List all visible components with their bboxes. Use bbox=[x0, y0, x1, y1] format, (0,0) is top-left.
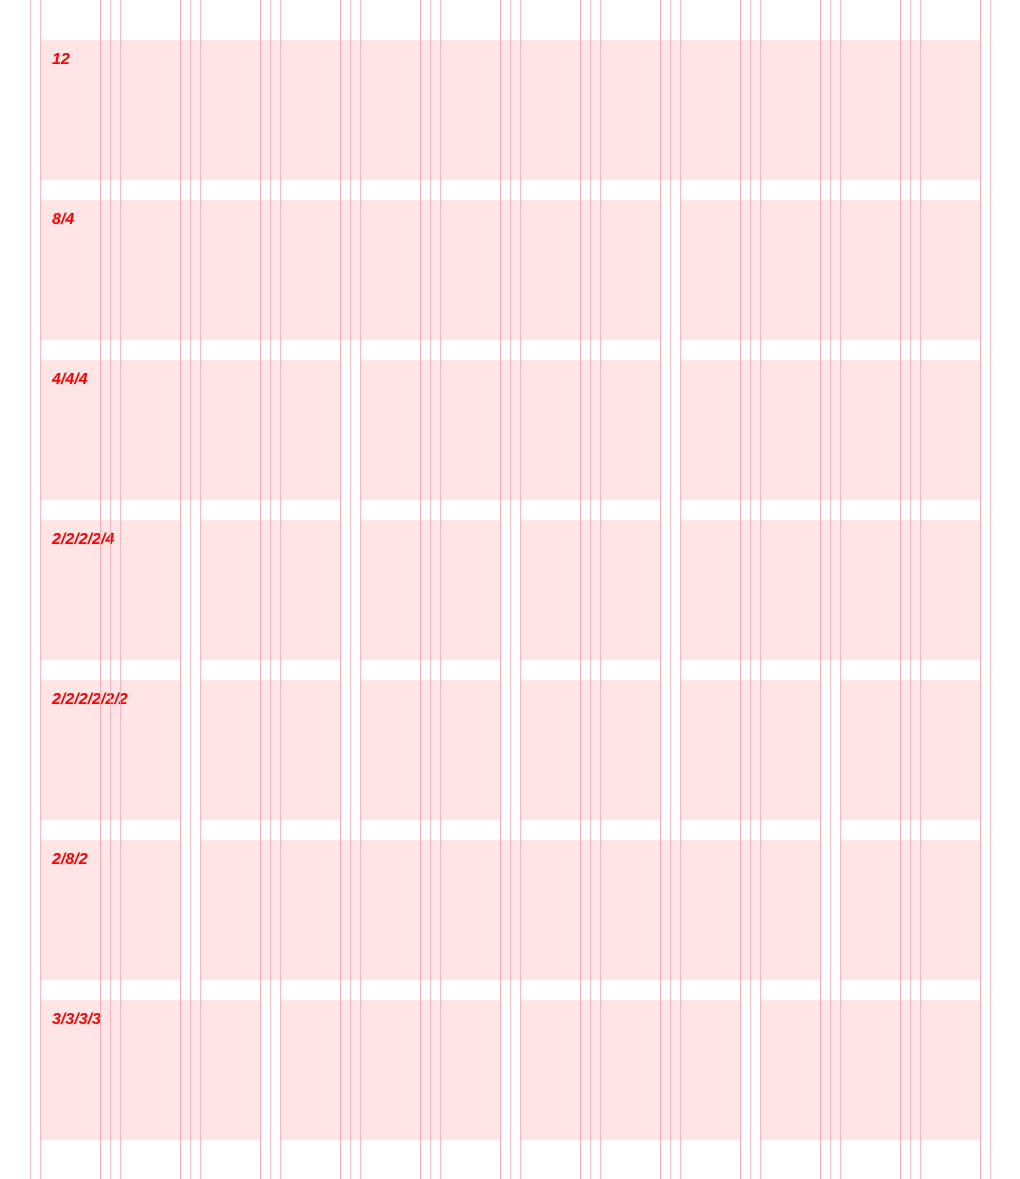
row-label: 3/3/3/3 bbox=[52, 1011, 101, 1028]
grid-cell bbox=[520, 1000, 740, 1140]
grid-cell bbox=[360, 680, 500, 820]
grid-cell bbox=[840, 680, 980, 820]
grid-row: 12 bbox=[40, 40, 980, 180]
grid-cell bbox=[40, 40, 980, 180]
grid-cell bbox=[760, 1000, 980, 1140]
grid-row: 2/2/2/2/4 bbox=[40, 520, 980, 660]
grid-cell bbox=[360, 520, 500, 660]
row-label: 12 bbox=[52, 51, 70, 68]
grid-row: 3/3/3/3 bbox=[40, 1000, 980, 1140]
grid-cell bbox=[840, 840, 980, 980]
row-label: 2/2/2/2/2/2 bbox=[52, 691, 128, 708]
grid-cell bbox=[200, 680, 340, 820]
grid-row: 2/2/2/2/2/2 bbox=[40, 680, 980, 820]
grid-cell bbox=[520, 680, 660, 820]
grid-row: 4/4/4 bbox=[40, 360, 980, 500]
grid-row: 8/4 bbox=[40, 200, 980, 340]
row-label: 8/4 bbox=[52, 211, 75, 228]
grid-cell bbox=[680, 360, 980, 500]
row-label: 4/4/4 bbox=[52, 371, 88, 388]
row-label: 2/8/2 bbox=[52, 851, 88, 868]
grid-cell bbox=[280, 1000, 500, 1140]
grid-row: 2/8/2 bbox=[40, 840, 980, 980]
grid-demo: 12 8/4 4/4/4 2/2/2/2/4 2/2/2/2/2/2 2/8/2 3/3/3… bbox=[0, 0, 1020, 1179]
grid-cell bbox=[520, 520, 660, 660]
grid-cell bbox=[680, 200, 980, 340]
grid-cell bbox=[680, 680, 820, 820]
row-label: 2/2/2/2/4 bbox=[52, 531, 115, 548]
grid-cell bbox=[200, 840, 820, 980]
grid-cell bbox=[360, 360, 660, 500]
grid-cell bbox=[680, 520, 980, 660]
grid-cell bbox=[40, 200, 660, 340]
grid-cell bbox=[200, 520, 340, 660]
